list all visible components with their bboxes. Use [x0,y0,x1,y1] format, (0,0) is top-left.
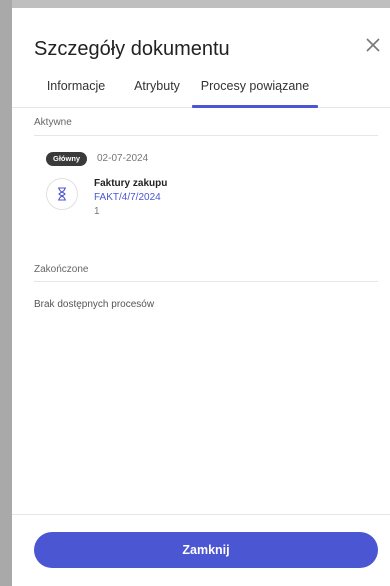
active-section-divider [34,135,378,136]
process-document-link[interactable]: FAKT/4/7/2024 [94,192,161,203]
tab-bar: Informacje Atrybuty Procesy powiązane [12,76,390,108]
process-date: 02-07-2024 [97,153,149,164]
process-count: 1 [94,206,100,217]
tab-atrybuty[interactable]: Atrybuty [124,76,190,108]
active-section-label: Aktywne [34,117,72,128]
tab-procesy-powiazane[interactable]: Procesy powiązane [192,76,318,108]
finished-section-divider [34,281,378,282]
empty-processes-message: Brak dostępnych procesów [34,299,155,310]
hourglass-icon [46,178,78,210]
finished-section-label: Zakończone [34,264,89,275]
document-details-dialog: Szczegóły dokumentu Informacje Atrybuty … [12,8,390,586]
close-button[interactable]: Zamknij [34,532,378,568]
tab-informacje[interactable]: Informacje [36,76,116,108]
footer-divider [12,514,390,515]
main-badge: Główny [46,152,88,166]
process-name: Faktury zakupu [94,178,168,189]
close-icon[interactable] [362,34,384,56]
dialog-title: Szczegóły dokumentu [34,38,230,60]
backdrop [0,0,12,586]
